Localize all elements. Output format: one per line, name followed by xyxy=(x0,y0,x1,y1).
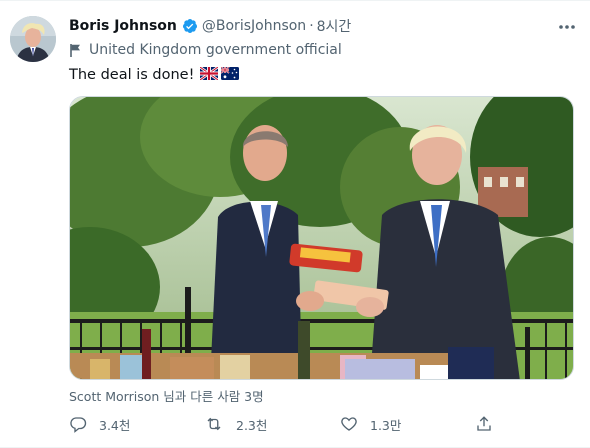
retweet-button[interactable]: 2.3천 xyxy=(204,412,267,436)
share-button[interactable] xyxy=(475,412,505,436)
like-button[interactable]: 1.3만 xyxy=(340,412,401,436)
action-bar: 3.4천 2.3천 1.3만 xyxy=(69,412,509,436)
reply-icon xyxy=(70,417,87,433)
heart-icon xyxy=(341,417,357,431)
uk-flag-emoji xyxy=(199,65,220,84)
tagged-people[interactable]: Scott Morrison 님과 다른 사람 3명 xyxy=(69,385,264,405)
tweet[interactable]: Boris Johnson @BorisJohnson · 8시간 United… xyxy=(0,0,590,448)
verified-badge-icon xyxy=(182,18,198,34)
like-count: 1.3만 xyxy=(370,417,402,433)
avatar[interactable] xyxy=(10,16,56,62)
retweet-count: 2.3천 xyxy=(236,417,268,433)
tweet-text-content: The deal is done! xyxy=(69,67,195,83)
flag-icon xyxy=(69,43,82,58)
government-label-text: United Kingdom government official xyxy=(89,42,342,58)
separator-dot: · xyxy=(309,18,314,34)
tweet-text: The deal is done! xyxy=(69,64,240,86)
retweet-icon xyxy=(207,417,221,431)
handle[interactable]: @BorisJohnson xyxy=(202,18,306,34)
australia-flag-emoji xyxy=(220,65,240,84)
tweet-header: Boris Johnson @BorisJohnson · 8시간 xyxy=(69,15,351,37)
tweet-photo[interactable] xyxy=(69,96,574,380)
government-label[interactable]: United Kingdom government official xyxy=(69,40,342,60)
tagged-people-text: Scott Morrison 님과 다른 사람 3명 xyxy=(69,388,264,404)
reply-button[interactable]: 3.4천 xyxy=(69,412,130,436)
display-name[interactable]: Boris Johnson xyxy=(69,18,177,34)
reply-count: 3.4천 xyxy=(99,417,131,433)
timestamp[interactable]: 8시간 xyxy=(317,16,352,36)
divider-top xyxy=(0,0,590,1)
share-icon xyxy=(477,416,491,431)
more-icon[interactable] xyxy=(556,19,578,35)
